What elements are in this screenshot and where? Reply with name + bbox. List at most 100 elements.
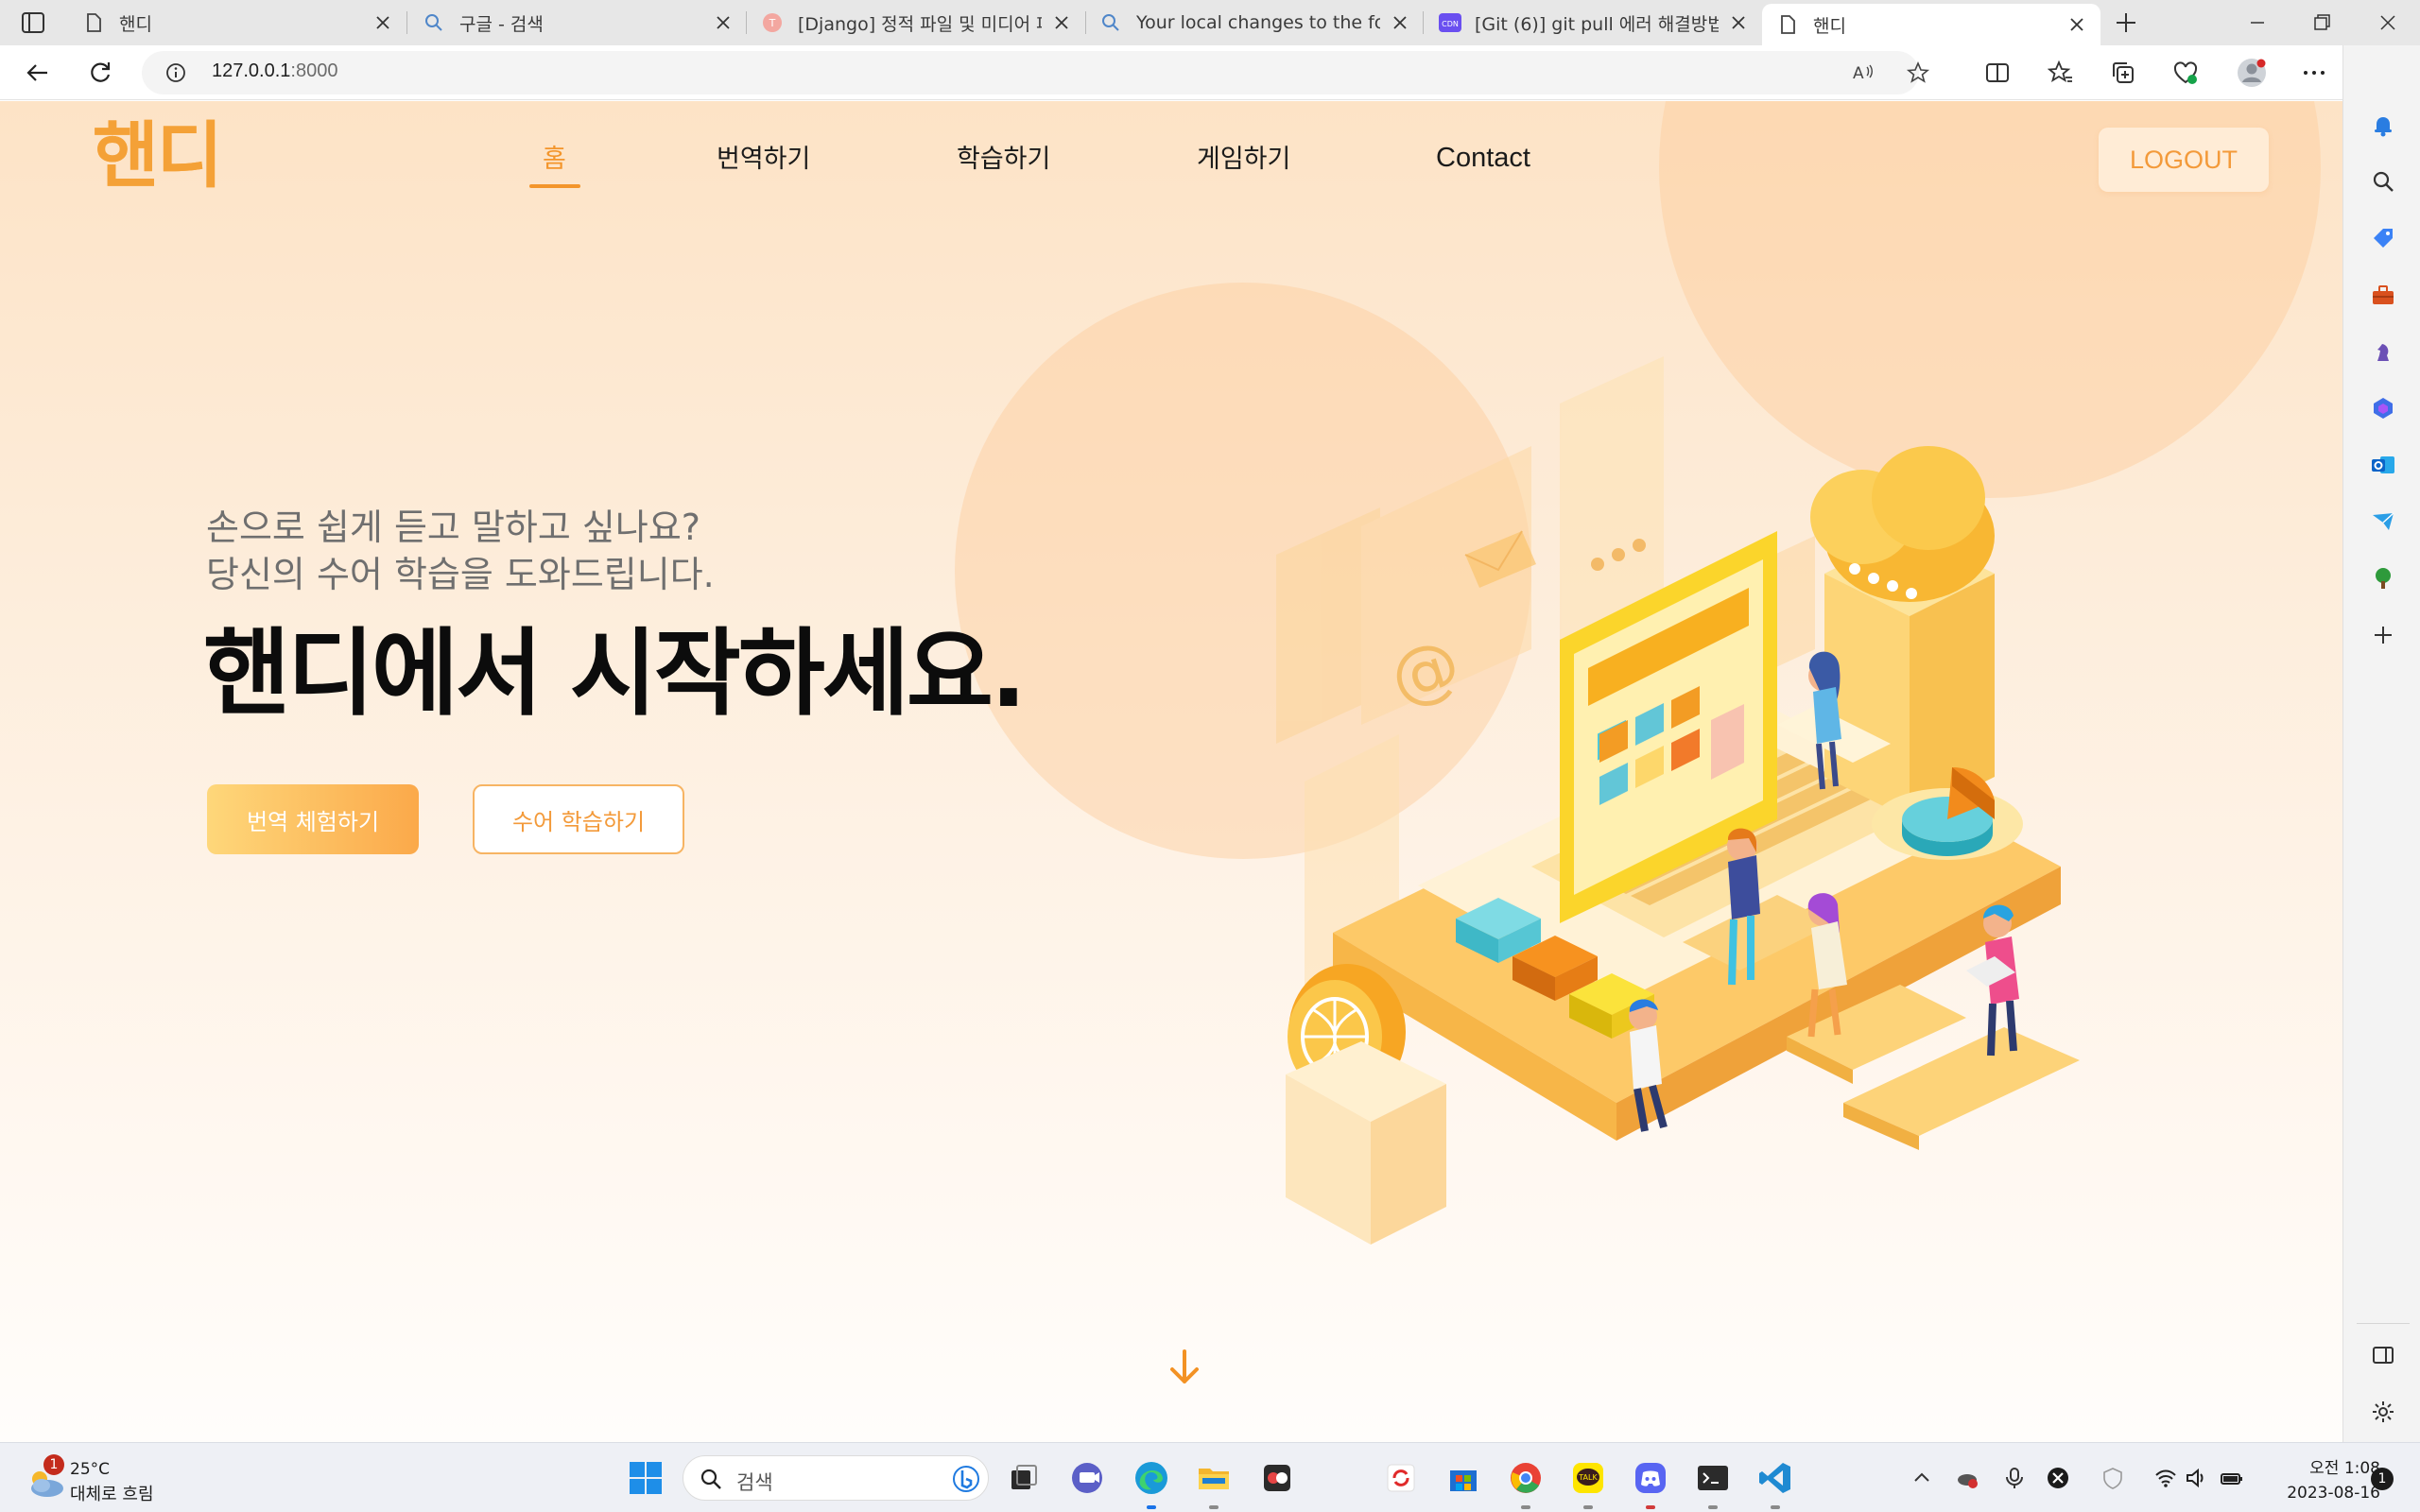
wifi-icon[interactable] bbox=[2153, 1466, 2178, 1490]
tag-icon[interactable] bbox=[2370, 225, 2396, 251]
taskbar-search-label: 검색 bbox=[736, 1471, 773, 1494]
nav-home[interactable]: 홈 bbox=[543, 146, 566, 172]
search-icon bbox=[1100, 12, 1121, 33]
clock-time: 오전 1:08 bbox=[2309, 1459, 2380, 1478]
windows-start-icon[interactable] bbox=[627, 1459, 665, 1497]
task-view-icon[interactable] bbox=[1004, 1459, 1042, 1497]
browser-toolbar: 127.0.0.1:8000 A bbox=[0, 45, 2420, 100]
nav-translate[interactable]: 번역하기 bbox=[717, 146, 810, 172]
weather-desc: 대체로 흐림 bbox=[70, 1485, 154, 1504]
logout-button[interactable]: LOGOUT bbox=[2099, 128, 2269, 192]
show-hidden-icons-icon[interactable] bbox=[1910, 1466, 1934, 1490]
restore-icon[interactable] bbox=[2310, 11, 2333, 34]
settings-icon[interactable] bbox=[2370, 1399, 2396, 1425]
browser-tab[interactable]: Your local changes to the followi bbox=[1085, 0, 1424, 45]
kakaotalk-icon[interactable]: TALK bbox=[1569, 1459, 1607, 1497]
search-icon bbox=[700, 1469, 721, 1489]
tab-title: 핸디 bbox=[119, 13, 152, 35]
read-aloud-icon[interactable]: A bbox=[1851, 60, 1876, 85]
browser-essentials-icon[interactable] bbox=[2172, 60, 2199, 86]
microphone-icon[interactable] bbox=[2002, 1466, 2027, 1490]
cdn-icon: CDN bbox=[1439, 12, 1461, 33]
minimize-icon[interactable] bbox=[2246, 11, 2269, 34]
nav-contact[interactable]: Contact bbox=[1436, 145, 1530, 172]
favorites-icon[interactable] bbox=[2048, 60, 2074, 86]
tree-icon[interactable] bbox=[2370, 565, 2396, 592]
svg-text:A: A bbox=[1853, 64, 1864, 83]
battery-icon[interactable] bbox=[2220, 1466, 2244, 1490]
weather-widget[interactable]: 1 25°C 대체로 흐림 bbox=[25, 1454, 176, 1504]
chrome-icon[interactable] bbox=[1507, 1459, 1545, 1497]
running-indicator bbox=[1646, 1505, 1655, 1509]
scroll-down-arrow-icon[interactable] bbox=[1168, 1349, 1201, 1386]
bell-icon[interactable] bbox=[2370, 112, 2396, 138]
browser-tab[interactable]: T [Django] 정적 파일 및 미디어 파 bbox=[747, 0, 1085, 45]
more-menu-icon[interactable] bbox=[2301, 60, 2327, 86]
discord-icon[interactable] bbox=[1632, 1459, 1669, 1497]
close-tab-icon[interactable] bbox=[1728, 12, 1749, 33]
running-indicator bbox=[1583, 1505, 1593, 1509]
nav-learn[interactable]: 학습하기 bbox=[957, 146, 1050, 172]
split-screen-icon[interactable] bbox=[1984, 60, 2011, 86]
browser-tab[interactable]: CDN [Git (6)] git pull 에러 해결방법 (Y bbox=[1424, 0, 1762, 45]
hero-subtitle-line-1: 손으로 쉽게 듣고 말하고 싶나요? bbox=[206, 507, 700, 548]
nav-game[interactable]: 게임하기 bbox=[1197, 146, 1290, 172]
tab-title: [Django] 정적 파일 및 미디어 파 bbox=[798, 13, 1042, 35]
site-info-icon[interactable] bbox=[164, 61, 187, 84]
taskbar-search[interactable]: 검색 bbox=[683, 1455, 989, 1501]
running-indicator bbox=[1147, 1505, 1156, 1509]
split-panel-icon[interactable] bbox=[2370, 1342, 2396, 1368]
terminal-icon[interactable] bbox=[1694, 1459, 1732, 1497]
tab-title: 핸디 bbox=[1813, 15, 1846, 37]
workspaces-icon[interactable] bbox=[17, 10, 49, 35]
address-bar[interactable]: 127.0.0.1:8000 A bbox=[142, 51, 1930, 94]
new-tab-icon[interactable] bbox=[2114, 10, 2138, 35]
close-window-icon[interactable] bbox=[2377, 11, 2399, 34]
hero-illustration: @ bbox=[1248, 290, 2118, 1254]
file-explorer-icon[interactable] bbox=[1195, 1459, 1233, 1497]
tistory-icon: T bbox=[762, 12, 783, 33]
send-icon[interactable] bbox=[2370, 508, 2396, 535]
site-logo[interactable]: 핸디 bbox=[93, 120, 223, 192]
onedrive-icon[interactable] bbox=[1955, 1466, 1979, 1490]
clock-date: 2023-08-16 bbox=[2287, 1484, 2380, 1503]
chess-icon[interactable] bbox=[2370, 338, 2396, 365]
close-tab-icon[interactable] bbox=[713, 12, 734, 33]
browser-tab[interactable]: 핸디 bbox=[68, 0, 406, 45]
close-tab-icon[interactable] bbox=[372, 12, 393, 33]
volume-icon[interactable] bbox=[2184, 1466, 2208, 1490]
translate-trial-button[interactable]: 번역 체험하기 bbox=[207, 784, 419, 854]
url-text[interactable]: 127.0.0.1:8000 bbox=[212, 60, 337, 82]
edge-icon[interactable] bbox=[1132, 1459, 1170, 1497]
profile-avatar[interactable] bbox=[2237, 58, 2267, 88]
close-tab-icon[interactable] bbox=[1051, 12, 1072, 33]
m365-icon[interactable] bbox=[2370, 395, 2396, 421]
tab-title: Your local changes to the followi bbox=[1136, 12, 1380, 33]
close-circle-icon[interactable] bbox=[2046, 1466, 2070, 1490]
add-icon[interactable] bbox=[2370, 622, 2396, 648]
page-content: 핸디 홈 번역하기 학습하기 게임하기 Contact LOGOUT 손으로 쉽… bbox=[0, 101, 2342, 1443]
outlook-icon[interactable] bbox=[2370, 452, 2396, 478]
vscode-icon[interactable] bbox=[1756, 1459, 1794, 1497]
sign-learning-button[interactable]: 수어 학습하기 bbox=[473, 784, 684, 854]
collections-icon[interactable] bbox=[2110, 60, 2136, 86]
toolbox-icon[interactable] bbox=[2370, 282, 2396, 308]
running-indicator bbox=[1771, 1505, 1780, 1509]
store-icon[interactable] bbox=[1444, 1459, 1482, 1497]
close-tab-icon[interactable] bbox=[2066, 14, 2087, 35]
close-tab-icon[interactable] bbox=[1390, 12, 1410, 33]
browser-tab[interactable]: 구글 - 검색 bbox=[408, 0, 747, 45]
favorite-star-icon[interactable] bbox=[1906, 60, 1930, 85]
refresh-icon[interactable] bbox=[87, 60, 113, 86]
back-icon[interactable] bbox=[25, 60, 51, 86]
sync-icon[interactable] bbox=[1382, 1459, 1420, 1497]
hero-title: 핸디에서 시작하세요. bbox=[203, 618, 1027, 729]
notification-count-badge[interactable]: 1 bbox=[2371, 1468, 2394, 1490]
bing-icon bbox=[953, 1466, 979, 1492]
taskbar-clock[interactable]: 오전 1:08 2023-08-16 bbox=[2259, 1454, 2380, 1503]
app-icon[interactable] bbox=[1258, 1459, 1296, 1497]
browser-tab-active[interactable]: 핸디 bbox=[1762, 4, 2100, 45]
search-icon[interactable] bbox=[2370, 168, 2396, 195]
teams-icon[interactable] bbox=[1068, 1459, 1106, 1497]
security-icon[interactable] bbox=[2100, 1466, 2125, 1490]
